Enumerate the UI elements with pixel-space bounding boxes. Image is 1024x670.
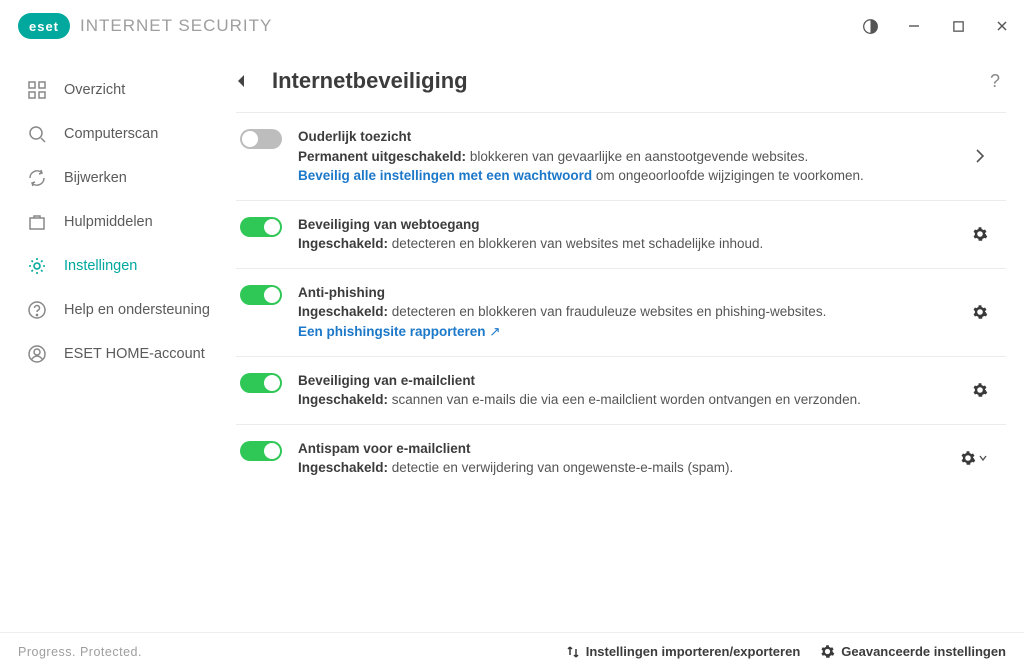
setting-parental-control: Ouderlijk toezicht Permanent uitgeschake… [236, 112, 1006, 200]
sidebar-item-tools[interactable]: Hulpmiddelen [0, 200, 230, 244]
setting-antispam: Antispam voor e-mailclient Ingeschakeld:… [236, 424, 1006, 492]
app-logo: eset INTERNET SECURITY [18, 13, 272, 39]
close-button[interactable] [980, 6, 1024, 46]
minimize-button[interactable] [892, 6, 936, 46]
import-export-button[interactable]: Instellingen importeren/exporteren [566, 644, 801, 659]
settings-icon [26, 256, 48, 276]
update-icon [26, 168, 48, 188]
antiphishing-gear[interactable] [960, 304, 1000, 320]
sidebar-item-update[interactable]: Bijwerken [0, 156, 230, 200]
setting-title: Antispam voor e-mailclient [298, 439, 948, 459]
setting-description: Ingeschakeld: detecteren en blokkeren va… [298, 234, 960, 254]
page-title: Internetbeveiliging [272, 68, 468, 94]
overview-icon [26, 80, 48, 100]
footer-btn-label: Geavanceerde instellingen [841, 644, 1006, 659]
advanced-settings-button[interactable]: Geavanceerde instellingen [820, 644, 1006, 659]
account-icon [26, 344, 48, 364]
webaccess-gear[interactable] [960, 226, 1000, 242]
content-header: Internetbeveiliging ? [236, 68, 1006, 112]
setting-title: Beveiliging van e-mailclient [298, 371, 960, 391]
sidebar-item-home-account[interactable]: ESET HOME-account [0, 332, 230, 376]
setting-description: Permanent uitgeschakeld: blokkeren van g… [298, 147, 960, 167]
scan-icon [26, 124, 48, 144]
sidebar-item-settings[interactable]: Instellingen [0, 244, 230, 288]
back-button[interactable] [236, 74, 252, 88]
chevron-down-icon [978, 453, 988, 463]
sidebar-item-overview[interactable]: Overzicht [0, 68, 230, 112]
setting-title: Anti-phishing [298, 283, 960, 303]
setting-title: Ouderlijk toezicht [298, 127, 960, 147]
password-protect-link[interactable]: Beveilig alle instellingen met een wacht… [298, 168, 592, 183]
antispam-gear-dropdown[interactable] [948, 450, 1000, 466]
report-phishing-row: Een phishingsite rapporteren ↗ [298, 322, 960, 342]
emailclient-gear[interactable] [960, 382, 1000, 398]
help-icon [26, 300, 48, 320]
gear-icon [820, 644, 835, 659]
emailclient-toggle[interactable] [240, 373, 282, 393]
setting-web-access: Beveiliging van webtoegang Ingeschakeld:… [236, 200, 1006, 268]
setting-antiphishing: Anti-phishing Ingeschakeld: detecteren e… [236, 268, 1006, 356]
footer: Progress. Protected. Instellingen import… [0, 632, 1024, 670]
product-name: INTERNET SECURITY [80, 16, 272, 36]
webaccess-toggle[interactable] [240, 217, 282, 237]
sidebar-item-label: ESET HOME-account [64, 346, 205, 362]
footer-btn-label: Instellingen importeren/exporteren [586, 644, 801, 659]
footer-tagline: Progress. Protected. [18, 645, 142, 659]
setting-description: Ingeschakeld: detecteren en blokkeren va… [298, 302, 960, 322]
antiphishing-toggle[interactable] [240, 285, 282, 305]
setting-description: Ingeschakeld: scannen van e-mails die vi… [298, 390, 960, 410]
sidebar-item-label: Computerscan [64, 126, 158, 142]
maximize-button[interactable] [936, 6, 980, 46]
antispam-toggle[interactable] [240, 441, 282, 461]
sidebar-item-label: Bijwerken [64, 170, 127, 186]
window-controls [848, 6, 1024, 46]
content-area: Internetbeveiliging ? Ouderlijk toezicht… [230, 52, 1024, 632]
tools-icon [26, 212, 48, 232]
sidebar-item-label: Help en ondersteuning [64, 302, 210, 318]
setting-email-client: Beveiliging van e-mailclient Ingeschakel… [236, 356, 1006, 424]
external-link-icon[interactable]: ↗ [489, 324, 500, 339]
eset-badge: eset [18, 13, 70, 39]
report-phishing-link[interactable]: Een phishingsite rapporteren [298, 324, 486, 339]
theme-toggle-icon[interactable] [848, 6, 892, 46]
setting-description: Ingeschakeld: detectie en verwijdering v… [298, 458, 948, 478]
sidebar-item-label: Instellingen [64, 258, 137, 274]
sidebar-item-computerscan[interactable]: Computerscan [0, 112, 230, 156]
sidebar-item-label: Overzicht [64, 82, 125, 98]
sidebar-item-label: Hulpmiddelen [64, 214, 153, 230]
parental-toggle[interactable] [240, 129, 282, 149]
sidebar: Overzicht Computerscan Bijwerken Hulpmid… [0, 52, 230, 632]
setting-hint: Beveilig alle instellingen met een wacht… [298, 166, 960, 186]
setting-title: Beveiliging van webtoegang [298, 215, 960, 235]
import-export-icon [566, 645, 580, 659]
parental-chevron[interactable] [960, 148, 1000, 164]
sidebar-item-help[interactable]: Help en ondersteuning [0, 288, 230, 332]
titlebar: eset INTERNET SECURITY [0, 0, 1024, 52]
context-help-button[interactable]: ? [990, 71, 1006, 92]
